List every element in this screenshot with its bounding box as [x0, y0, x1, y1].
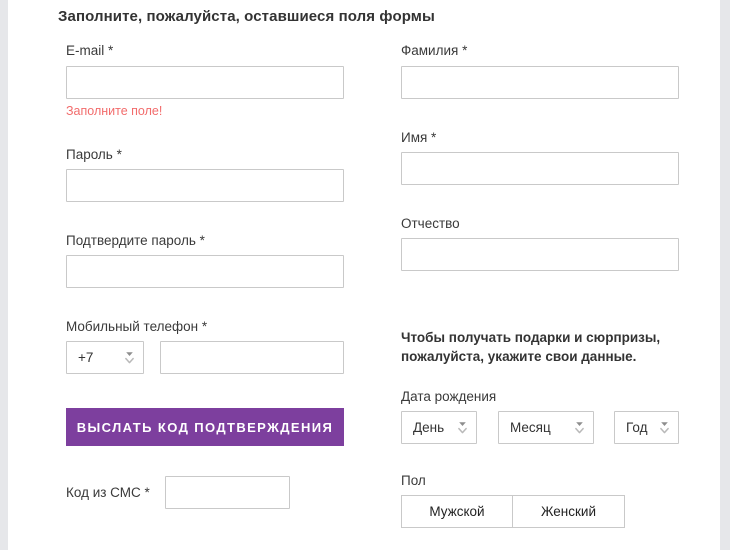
- birth-date-label: Дата рождения: [401, 389, 496, 405]
- birth-month-select[interactable]: Месяц: [498, 411, 594, 444]
- email-input[interactable]: [66, 66, 344, 99]
- last-name-label: Фамилия *: [401, 43, 467, 59]
- last-name-input[interactable]: [401, 66, 679, 99]
- gender-male-button[interactable]: Мужской: [401, 495, 513, 528]
- phone-number-input[interactable]: [160, 341, 344, 374]
- gifts-promo-line-1: Чтобы получать подарки и сюрпризы,: [401, 328, 691, 347]
- birth-day-value: День: [413, 420, 444, 435]
- birth-day-select[interactable]: День: [401, 411, 477, 444]
- birth-year-select[interactable]: Год: [614, 411, 679, 444]
- phone-label: Мобильный телефон *: [66, 319, 207, 335]
- phone-country-code-select[interactable]: +7: [66, 341, 144, 374]
- send-confirmation-code-button[interactable]: Выслать код подтверждения: [66, 408, 344, 446]
- birth-year-value: Год: [626, 420, 648, 435]
- stepper-updown-icon: [659, 419, 670, 437]
- gender-toggle-group: Мужской Женский: [401, 495, 625, 528]
- gifts-promo-text: Чтобы получать подарки и сюрпризы, пожал…: [401, 328, 691, 366]
- phone-country-code-value: +7: [78, 350, 93, 365]
- sms-code-input[interactable]: [165, 476, 290, 509]
- first-name-input[interactable]: [401, 152, 679, 185]
- page-title: Заполните, пожалуйста, оставшиеся поля ф…: [58, 8, 435, 25]
- stepper-updown-icon: [124, 349, 135, 367]
- password-label: Пароль *: [66, 147, 122, 163]
- middle-name-label: Отчество: [401, 216, 460, 232]
- password-confirm-input[interactable]: [66, 255, 344, 288]
- email-error-message: Заполните поле!: [66, 104, 162, 118]
- sms-code-label: Код из СМС *: [66, 485, 150, 501]
- stepper-updown-icon: [574, 419, 585, 437]
- birth-month-value: Месяц: [510, 420, 551, 435]
- gifts-promo-line-2: пожалуйста, укажите свои данные.: [401, 347, 691, 366]
- middle-name-input[interactable]: [401, 238, 679, 271]
- registration-form-card: Заполните, пожалуйста, оставшиеся поля ф…: [8, 0, 720, 550]
- email-label: E-mail *: [66, 43, 113, 59]
- gender-female-button[interactable]: Женский: [513, 495, 625, 528]
- password-input[interactable]: [66, 169, 344, 202]
- first-name-label: Имя *: [401, 130, 436, 146]
- stepper-updown-icon: [457, 419, 468, 437]
- gender-label: Пол: [401, 473, 426, 489]
- password-confirm-label: Подтвердите пароль *: [66, 233, 205, 249]
